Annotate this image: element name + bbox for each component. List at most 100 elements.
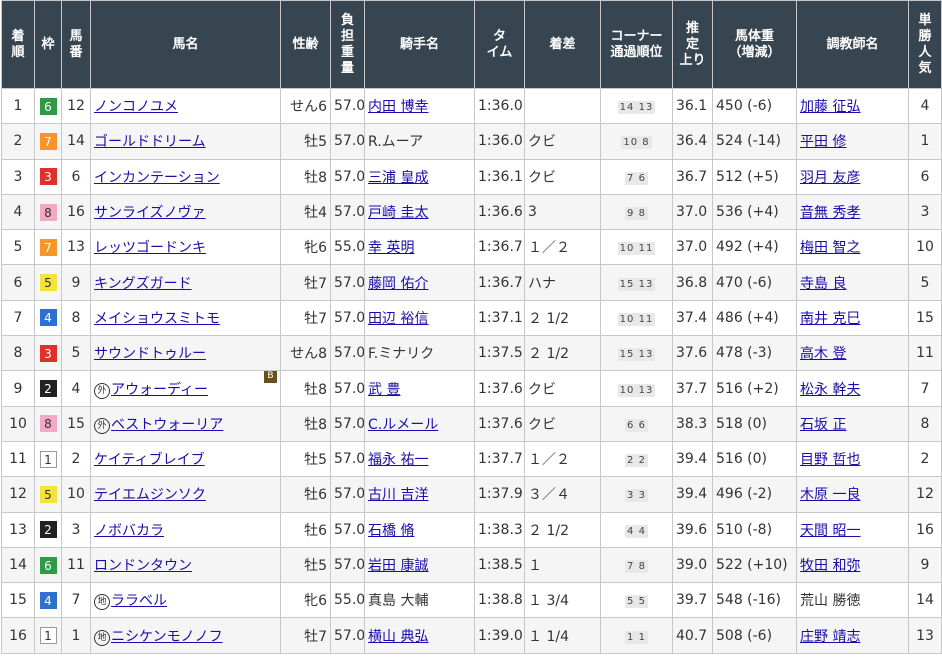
trainer-link[interactable]: 加藤 征弘	[800, 99, 860, 115]
horse-name-link[interactable]: メイショウスミトモ	[94, 311, 220, 327]
jockey-cell: 福永 祐一	[364, 440, 475, 478]
trainer-link[interactable]: 音無 秀孝	[800, 205, 860, 221]
header-text: 量	[340, 60, 354, 76]
horse-name-cell: インカンテーション	[90, 158, 281, 195]
rank-cell: 10	[1, 405, 35, 442]
header-text: 推	[685, 20, 699, 36]
horse-name-link[interactable]: ケイティブレイブ	[94, 452, 205, 468]
jockey-link[interactable]: 藤岡 佑介	[368, 276, 428, 292]
horse-name-link[interactable]: ニシケンモノノフ	[111, 629, 223, 645]
jockey-link[interactable]: 横山 典弘	[368, 629, 428, 645]
horse-number-cell: 7	[61, 582, 91, 619]
horse-name-link[interactable]: インカンテーション	[94, 170, 220, 186]
rank-cell: 5	[1, 229, 35, 266]
horse-number-cell: 12	[61, 87, 91, 125]
jockey-link[interactable]: 戸崎 圭太	[368, 205, 428, 221]
waku-cell: 5	[34, 476, 62, 513]
margin-cell: ハナ	[524, 264, 601, 301]
margin-cell	[524, 87, 601, 125]
margin-cell: ３／４	[524, 476, 601, 513]
waku-cell: 7	[34, 123, 62, 160]
jockey-link[interactable]: 岩田 康誠	[368, 558, 428, 574]
horse-name-link[interactable]: サンライズノヴァ	[94, 205, 206, 221]
horse-name-link[interactable]: ララベル	[111, 593, 167, 609]
jockey-link[interactable]: 内田 博幸	[368, 99, 428, 115]
trainer-link[interactable]: 梅田 智之	[800, 240, 860, 256]
horse-name-link[interactable]: ゴールドドリーム	[94, 134, 206, 150]
horse-name-link[interactable]: ノボバカラ	[94, 523, 164, 539]
jockey-cell: 幸 英明	[364, 229, 475, 266]
margin-cell: クビ	[524, 158, 601, 195]
horse-name-link[interactable]: ノンコノユメ	[94, 99, 178, 115]
jockey-cell: C.ルメール	[364, 405, 475, 442]
horse-name-link[interactable]: サウンドトゥルー	[94, 346, 206, 362]
trainer-link[interactable]: 庄野 靖志	[800, 629, 860, 645]
sex-age-cell: 牡7	[280, 264, 331, 301]
horse-name-link[interactable]: ロンドンタウン	[94, 558, 192, 574]
waku-cell: 7	[34, 229, 62, 266]
rank-cell: 4	[1, 193, 35, 231]
rank-cell: 7	[1, 299, 35, 337]
header-last3f: 推定上り	[672, 0, 713, 89]
header-text: 定	[685, 36, 699, 52]
jockey-link[interactable]: C.ルメール	[368, 417, 438, 433]
jockey-cell: 石橋 脩	[364, 511, 475, 548]
jockey-link[interactable]: 石橋 脩	[368, 523, 414, 539]
margin-cell: １ 3/4	[524, 582, 601, 619]
popularity-cell: 7	[908, 370, 942, 407]
horse-number-cell: 5	[61, 335, 91, 372]
header-text: 単	[918, 12, 932, 28]
trainer-link[interactable]: 牧田 和弥	[800, 558, 860, 574]
horse-name-cell: 外アウォーディー B	[90, 370, 281, 407]
horse-name-link[interactable]: キングズガード	[94, 276, 192, 292]
trainer-link[interactable]: 羽月 友彦	[800, 170, 860, 186]
waku-cell: 3	[34, 335, 62, 372]
jockey-link[interactable]: 福永 祐一	[368, 452, 428, 468]
trainer-link[interactable]: 目野 哲也	[800, 452, 860, 468]
jockey-link[interactable]: 古川 吉洋	[368, 487, 428, 503]
table-row: 3 3 6 インカンテーション 牡8 57.0 三浦 皇成 1:36.1 クビ 7 6 36.7 51…	[1, 158, 942, 195]
jockey-link[interactable]: 武 豊	[368, 382, 400, 398]
body-weight-cell: 524 (-14)	[712, 123, 797, 160]
last3f-cell: 36.4	[672, 123, 713, 160]
weight-cell: 57.0	[330, 87, 365, 125]
trainer-link[interactable]: 石坂 正	[800, 417, 846, 433]
corner-cell: 4 4	[600, 511, 673, 548]
jockey-link[interactable]: 三浦 皇成	[368, 170, 428, 186]
trainer-link[interactable]: 天間 昭一	[800, 523, 860, 539]
origin-mark-icon: 外	[94, 417, 110, 434]
weight-cell: 57.0	[330, 511, 365, 548]
horse-name-link[interactable]: レッツゴードンキ	[94, 240, 206, 256]
last3f-cell: 39.4	[672, 440, 713, 478]
waku-cell: 8	[34, 405, 62, 442]
corner-cell: 10 8	[600, 123, 673, 160]
trainer-link[interactable]: 高木 登	[800, 346, 846, 362]
horse-name-link[interactable]: テイエムジンソク	[94, 487, 206, 503]
horse-name-link[interactable]: アウォーディー	[111, 382, 208, 398]
waku-cell: 8	[34, 193, 62, 231]
trainer-link[interactable]: 南井 克巳	[800, 311, 860, 327]
margin-cell: ２ 1/2	[524, 299, 601, 337]
last3f-cell: 37.6	[672, 335, 713, 372]
header-text: 調教師名	[826, 36, 879, 52]
trainer-link[interactable]: 寺島 良	[800, 276, 846, 292]
horse-name-link[interactable]: ベストウォーリア	[111, 417, 223, 433]
trainer-link[interactable]: 木原 一良	[800, 487, 860, 503]
margin-cell: ２ 1/2	[524, 335, 601, 372]
table-row: 5 7 13 レッツゴードンキ 牝6 55.0 幸 英明 1:36.7 １／２ 10 11 37.0…	[1, 229, 942, 266]
sex-age-cell: 牡4	[280, 193, 331, 231]
horse-number-cell: 2	[61, 440, 91, 478]
trainer-link[interactable]: 平田 修	[800, 134, 846, 150]
trainer-link[interactable]: 松永 幹夫	[800, 382, 860, 398]
header-text: 馬	[69, 28, 83, 44]
popularity-cell: 14	[908, 582, 942, 619]
horse-number-cell: 9	[61, 264, 91, 301]
table-row: 10 8 15 外ベストウォーリア 牡8 57.0 C.ルメール 1:37.6 クビ 6 6 38.…	[1, 405, 942, 442]
popularity-cell: 3	[908, 193, 942, 231]
weight-cell: 57.0	[330, 193, 365, 231]
last3f-cell: 40.7	[672, 617, 713, 654]
jockey-link[interactable]: 幸 英明	[368, 240, 414, 256]
last3f-cell: 36.7	[672, 158, 713, 195]
jockey-link[interactable]: 田辺 裕信	[368, 311, 428, 327]
jockey-name: F.ミナリク	[368, 346, 435, 363]
